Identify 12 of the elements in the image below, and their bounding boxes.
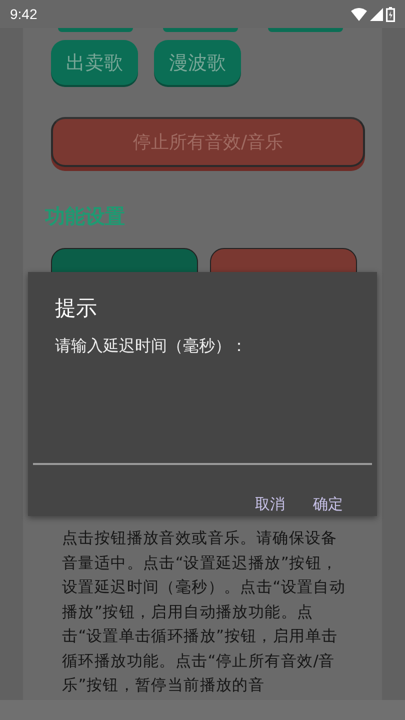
cancel-button[interactable]: 取消 [255, 495, 285, 514]
dialog-message: 请输入延迟时间（毫秒）： [55, 336, 248, 357]
instructions-text: 点击按钮播放音效或音乐。请确保设备音量适中。点击“设置延迟播放”按钮，设置延迟时间（毫秒）。点击“设置自动播放”按钮，启用自动播放功能。点击“设置单击循环播放”按钮，启用单击循环播放功能。点击“停止所有音效/音乐”按钮，暂停当前播放的音 [62, 528, 347, 696]
signal-icon [370, 8, 383, 20]
dialog-title: 提示 [55, 295, 98, 322]
section-title: 功能设置 [45, 203, 126, 230]
battery-icon [386, 6, 395, 22]
ok-button[interactable]: 确定 [313, 495, 343, 514]
song-button[interactable]: 出卖歌 [51, 40, 138, 85]
song-button[interactable]: 漫波歌 [154, 40, 241, 85]
status-time: 9:42 [10, 6, 38, 22]
wifi-icon [351, 8, 367, 20]
